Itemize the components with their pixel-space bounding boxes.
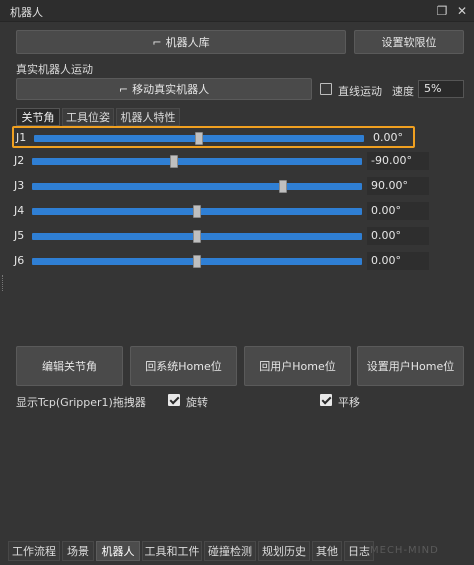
move-real-robot-button[interactable]: ⌐ 移动真实机器人 bbox=[16, 78, 312, 100]
tab-scene[interactable]: 场景 bbox=[62, 541, 94, 561]
move-real-robot-label: 移动真实机器人 bbox=[132, 83, 210, 96]
watermark-logo: MECH-MIND bbox=[370, 545, 439, 556]
joint-value-field[interactable]: 90.00° bbox=[367, 177, 429, 195]
translate-label: 平移 bbox=[338, 396, 360, 409]
tcp-dragger-label: 显示Tcp(Gripper1)拖拽器 bbox=[16, 396, 146, 409]
slider-handle[interactable] bbox=[193, 205, 201, 218]
slider-handle[interactable] bbox=[193, 255, 201, 268]
joint-name: J6 bbox=[14, 254, 25, 267]
tab-workflow[interactable]: 工作流程 bbox=[8, 541, 60, 561]
joint-name: J4 bbox=[14, 204, 25, 217]
translate-checkbox[interactable] bbox=[320, 394, 332, 406]
robot-arm-icon: ⌐ bbox=[118, 82, 129, 96]
joint-row-j4: J4 0.00° bbox=[12, 201, 429, 223]
joint-row-j5: J5 0.00° bbox=[12, 226, 429, 248]
window-title: 机器人 bbox=[10, 6, 43, 19]
set-user-home-button[interactable]: 设置用户Home位 bbox=[357, 346, 464, 386]
tab-joint-angles[interactable]: 关节角 bbox=[16, 108, 60, 126]
rotate-checkbox[interactable] bbox=[168, 394, 180, 406]
joint-slider[interactable] bbox=[32, 180, 362, 193]
joint-name: J2 bbox=[14, 154, 25, 167]
tab-other[interactable]: 其他 bbox=[312, 541, 342, 561]
joint-name: J3 bbox=[14, 179, 25, 192]
restore-icon[interactable]: ❐ bbox=[434, 3, 450, 19]
edit-joints-button[interactable]: 编辑关节角 bbox=[16, 346, 123, 386]
title-bar: 机器人 ❐ ✕ bbox=[0, 0, 474, 22]
return-user-home-button[interactable]: 回用户Home位 bbox=[244, 346, 351, 386]
slider-handle[interactable] bbox=[193, 230, 201, 243]
joint-value-field[interactable]: 0.00° bbox=[367, 202, 429, 220]
tab-robot-properties[interactable]: 机器人特性 bbox=[116, 108, 180, 126]
joint-value-field[interactable]: -90.00° bbox=[367, 152, 429, 170]
tab-collision-detection[interactable]: 碰撞检测 bbox=[204, 541, 256, 561]
joint-slider[interactable] bbox=[32, 230, 362, 243]
joint-slider[interactable] bbox=[32, 205, 362, 218]
close-icon[interactable]: ✕ bbox=[454, 3, 470, 19]
joint-row-j6: J6 0.00° bbox=[12, 251, 429, 273]
joint-value-field[interactable]: 0.00° bbox=[367, 252, 429, 270]
joint-row-j2: J2 -90.00° bbox=[12, 151, 429, 173]
slider-handle[interactable] bbox=[169, 155, 178, 168]
return-system-home-button[interactable]: 回系统Home位 bbox=[130, 346, 237, 386]
joint-slider[interactable] bbox=[32, 255, 362, 268]
linear-motion-label: 直线运动 bbox=[338, 85, 382, 98]
joint-value-field[interactable]: 0.00° bbox=[367, 227, 429, 245]
tab-tool-pose[interactable]: 工具位姿 bbox=[62, 108, 114, 126]
panel-resize-grip[interactable] bbox=[2, 275, 5, 291]
joint-slider[interactable] bbox=[34, 132, 364, 145]
real-robot-section-label: 真实机器人运动 bbox=[16, 63, 93, 76]
set-soft-limits-label: 设置软限位 bbox=[381, 36, 437, 49]
robot-arm-icon: ⌐ bbox=[152, 35, 162, 49]
joint-row-j1: J1 0.00° bbox=[12, 126, 415, 148]
linear-motion-checkbox[interactable] bbox=[320, 83, 332, 95]
joint-slider[interactable] bbox=[32, 155, 362, 168]
speed-input[interactable]: 5% bbox=[418, 80, 464, 98]
joint-name: J5 bbox=[14, 229, 25, 242]
tab-robot[interactable]: 机器人 bbox=[96, 541, 140, 561]
slider-handle[interactable] bbox=[278, 180, 287, 193]
joint-name: J1 bbox=[16, 131, 27, 144]
speed-label: 速度 bbox=[392, 85, 414, 98]
robot-library-button[interactable]: ⌐ 机器人库 bbox=[16, 30, 346, 54]
slider-handle[interactable] bbox=[195, 132, 203, 145]
robot-library-label: 机器人库 bbox=[165, 36, 210, 49]
joint-row-j3: J3 90.00° bbox=[12, 176, 429, 198]
tab-planning-history[interactable]: 规划历史 bbox=[258, 541, 310, 561]
set-soft-limits-button[interactable]: 设置软限位 bbox=[354, 30, 464, 54]
joint-value-field[interactable]: 0.00° bbox=[369, 129, 431, 147]
tab-tools-workpieces[interactable]: 工具和工件 bbox=[142, 541, 202, 561]
rotate-label: 旋转 bbox=[186, 396, 208, 409]
